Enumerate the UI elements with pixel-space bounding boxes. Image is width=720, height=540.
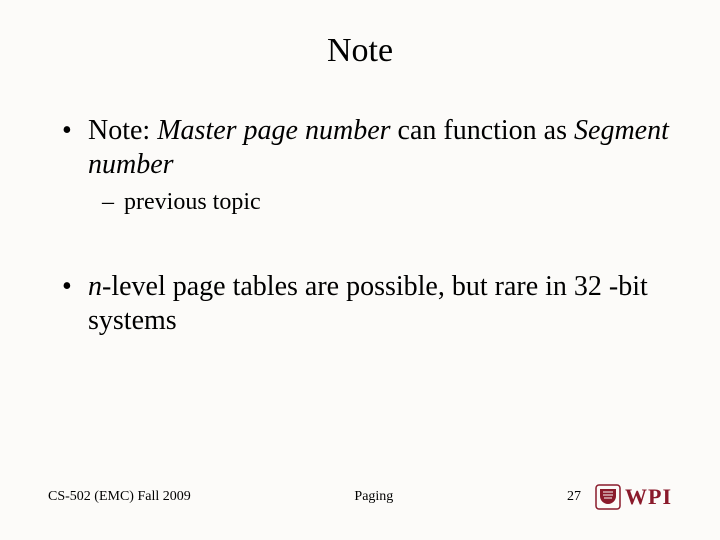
wpi-logo: WPI bbox=[595, 484, 672, 510]
bullet1-italic-1: Master page number bbox=[157, 115, 390, 146]
sub-list: previous topic bbox=[88, 188, 672, 217]
bullet-list: Note: Master page number can function as… bbox=[48, 114, 672, 218]
bullet2-rest: -level page tables are possible, but rar… bbox=[88, 271, 648, 336]
bullet-item-1: Note: Master page number can function as… bbox=[62, 114, 672, 218]
footer: CS-502 (EMC) Fall 2009 Paging 27 WPI bbox=[0, 484, 720, 510]
page-number: 27 bbox=[567, 489, 581, 505]
bullet2-italic: n bbox=[88, 271, 102, 302]
bullet-list-2: n-level page tables are possible, but ra… bbox=[48, 270, 672, 338]
sub-item-1: previous topic bbox=[102, 188, 672, 217]
slide: Note Note: Master page number can functi… bbox=[0, 0, 720, 540]
footer-center: Paging bbox=[181, 489, 567, 505]
seal-icon bbox=[595, 484, 621, 510]
bullet-item-2: n-level page tables are possible, but ra… bbox=[62, 270, 672, 338]
spacer bbox=[48, 230, 672, 270]
bullet1-mid: can function as bbox=[391, 115, 575, 146]
wpi-text: WPI bbox=[625, 484, 672, 510]
slide-title: Note bbox=[48, 32, 672, 70]
bullet1-prefix: Note: bbox=[88, 115, 157, 146]
footer-left: CS-502 (EMC) Fall 2009 bbox=[48, 489, 191, 505]
footer-right: 27 WPI bbox=[567, 484, 672, 510]
